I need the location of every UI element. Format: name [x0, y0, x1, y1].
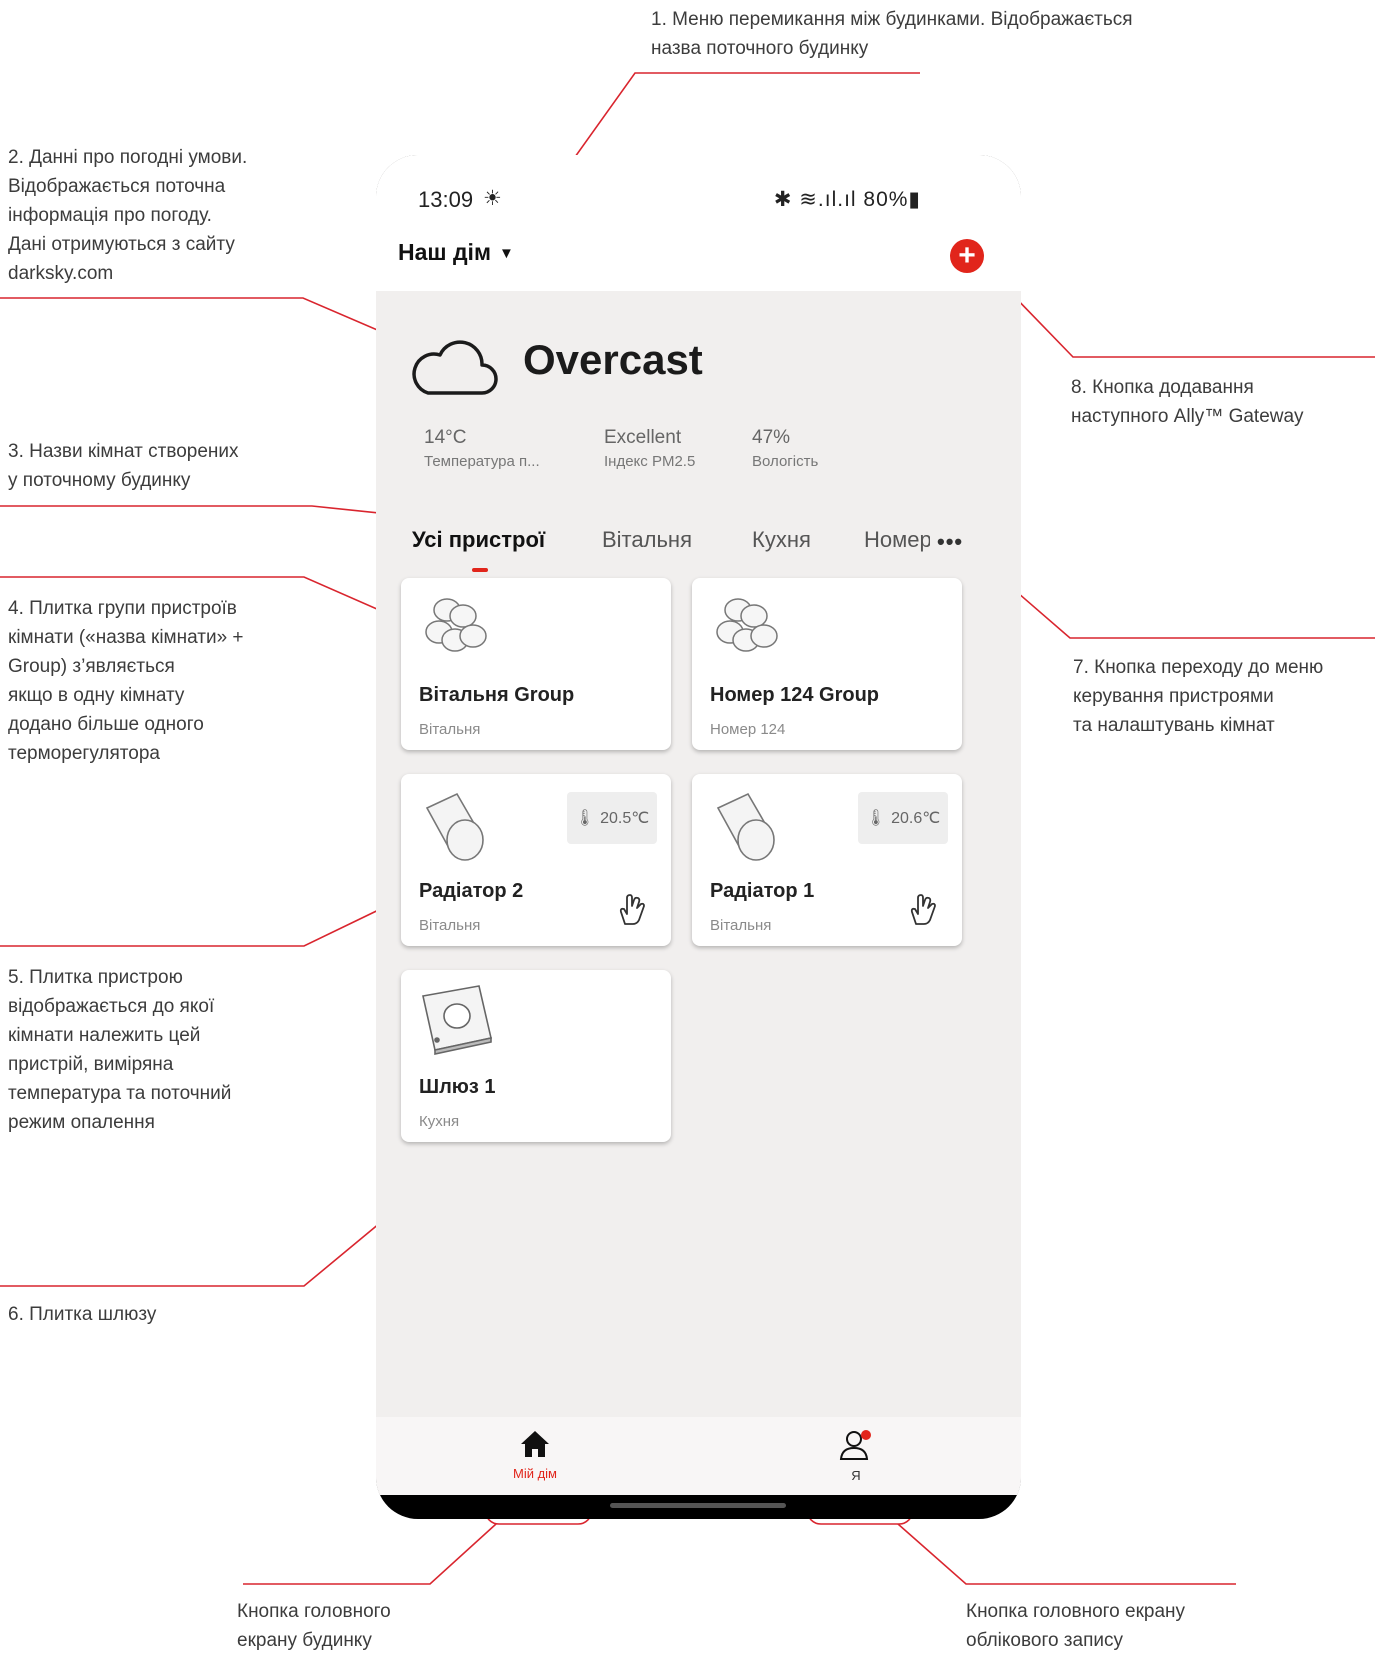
temperature-chip: 🌡 20.6℃	[858, 792, 948, 844]
home-switcher[interactable]: Наш дім ▼	[398, 239, 514, 266]
card-room: Вітальня	[710, 917, 772, 934]
device-card[interactable]: 🌡 20.5℃ Радіатор 2 Вітальня	[401, 774, 671, 946]
tab-living-room[interactable]: Вітальня	[602, 527, 692, 553]
weather-sun-icon: ☀	[483, 187, 502, 210]
room-tabs: Усі пристрої Вітальня Кухня Номер 124 ••…	[376, 515, 1021, 575]
radiator-thermostat-icon	[716, 792, 775, 861]
thermostat-group-icon	[716, 598, 778, 652]
annotation-8: 8. Кнопка додавання наступного Ally™ Gat…	[1071, 377, 1304, 427]
annotation-3: 3. Назви кімнат створених у поточному бу…	[8, 441, 239, 491]
home-icon	[521, 1431, 549, 1457]
annotation-4: 4. Плитка групи пристроїв кімнати («назв…	[8, 598, 244, 764]
annotation-6: 6. Плитка шлюзу	[8, 1304, 157, 1325]
active-tab-indicator	[472, 568, 488, 572]
pm25-label: Індекс PM2.5	[604, 453, 696, 470]
thermostat-group-icon	[425, 598, 487, 652]
nav-label: Я	[851, 1468, 861, 1483]
measured-temperature: 20.5℃	[600, 810, 650, 827]
device-group-card[interactable]: Вітальня Group Вітальня	[401, 578, 671, 750]
annotation-home-nav: Кнопка головного екрану будинку	[237, 1601, 391, 1651]
device-group-card[interactable]: Номер 124 Group Номер 124	[692, 578, 962, 750]
weather-humidity: 47% Вологість	[752, 427, 818, 470]
humidity-label: Вологість	[752, 453, 819, 470]
card-room: Вітальня	[419, 721, 481, 738]
home-name: Наш дім	[398, 239, 491, 265]
nav-my-home[interactable]: Мій дім	[485, 1429, 585, 1481]
temperature-label: Температура п...	[424, 453, 540, 470]
top-bar: 13:09 ☀ ✱ ≋.ıl.ıl 80%▮ Наш дім ▼ +	[376, 155, 1021, 291]
add-gateway-button[interactable]: +	[950, 239, 984, 273]
manual-mode-hand-icon	[910, 894, 936, 925]
bottom-navigation: Мій дім Я	[376, 1417, 1021, 1495]
card-room: Кухня	[419, 1113, 460, 1130]
gateway-device-icon	[422, 985, 492, 1055]
tab-all-devices[interactable]: Усі пристрої	[412, 527, 545, 553]
status-indicators: ✱ ≋.ıl.ıl 80%▮	[773, 188, 921, 211]
weather-pm25: Excellent Індекс PM2.5	[604, 427, 695, 470]
gateway-card[interactable]: Шлюз 1 Кухня	[401, 970, 671, 1142]
card-title: Радіатор 2	[419, 880, 524, 902]
annotation-me-nav: Кнопка головного екрану облікового запис…	[966, 1601, 1186, 1651]
phone-frame: 13:09 ☀ ✱ ≋.ıl.ıl 80%▮ Наш дім ▼ + Overc…	[376, 155, 1021, 1519]
card-room: Вітальня	[419, 917, 481, 934]
annotation-7: 7. Кнопка переходу до меню керування при…	[1073, 657, 1324, 736]
pm25-value: Excellent	[604, 427, 682, 448]
more-options-icon[interactable]: •••	[937, 529, 963, 555]
card-title: Шлюз 1	[419, 1076, 496, 1098]
chevron-down-icon: ▼	[498, 245, 514, 262]
nav-label: Мій дім	[512, 1466, 557, 1481]
thermometer-icon: 🌡	[865, 810, 887, 827]
temperature-chip: 🌡 20.5℃	[567, 792, 657, 844]
notification-dot	[861, 1430, 871, 1440]
annotation-5: 5. Плитка пристрою відображається до яко…	[8, 967, 232, 1133]
card-room: Номер 124	[710, 721, 786, 738]
weather-temperature: 14°C Температура п...	[424, 427, 540, 470]
home-indicator-bar[interactable]	[610, 1503, 786, 1508]
weather-panel: Overcast 14°C Температура п... Excellent…	[396, 332, 844, 484]
nav-me[interactable]: Я	[806, 1429, 906, 1483]
user-icon	[839, 1430, 871, 1460]
app-screen: 13:09 ☀ ✱ ≋.ıl.ıl 80%▮ Наш дім ▼ + Overc…	[376, 155, 1021, 1495]
measured-temperature: 20.6℃	[891, 810, 941, 827]
cloud-icon	[412, 340, 498, 395]
thermometer-icon: 🌡	[574, 810, 596, 827]
humidity-value: 47%	[752, 427, 791, 448]
manual-mode-hand-icon	[619, 894, 645, 925]
card-title: Вітальня Group	[419, 684, 575, 706]
radiator-thermostat-icon	[425, 792, 484, 861]
status-time: 13:09	[418, 187, 474, 212]
card-title: Радіатор 1	[710, 880, 815, 902]
card-title: Номер 124 Group	[710, 684, 880, 706]
temperature-value: 14°C	[424, 427, 467, 448]
annotation-1: 1. Меню перемикання між будинками. Відоб…	[651, 9, 1133, 59]
annotation-2: 2. Данні про погодні умови. Відображаєть…	[8, 147, 248, 284]
device-card[interactable]: 🌡 20.6℃ Радіатор 1 Вітальня	[692, 774, 962, 946]
tab-room-124[interactable]: Номер 124	[864, 527, 930, 553]
tab-kitchen[interactable]: Кухня	[752, 527, 811, 553]
weather-condition: Overcast	[523, 336, 703, 383]
